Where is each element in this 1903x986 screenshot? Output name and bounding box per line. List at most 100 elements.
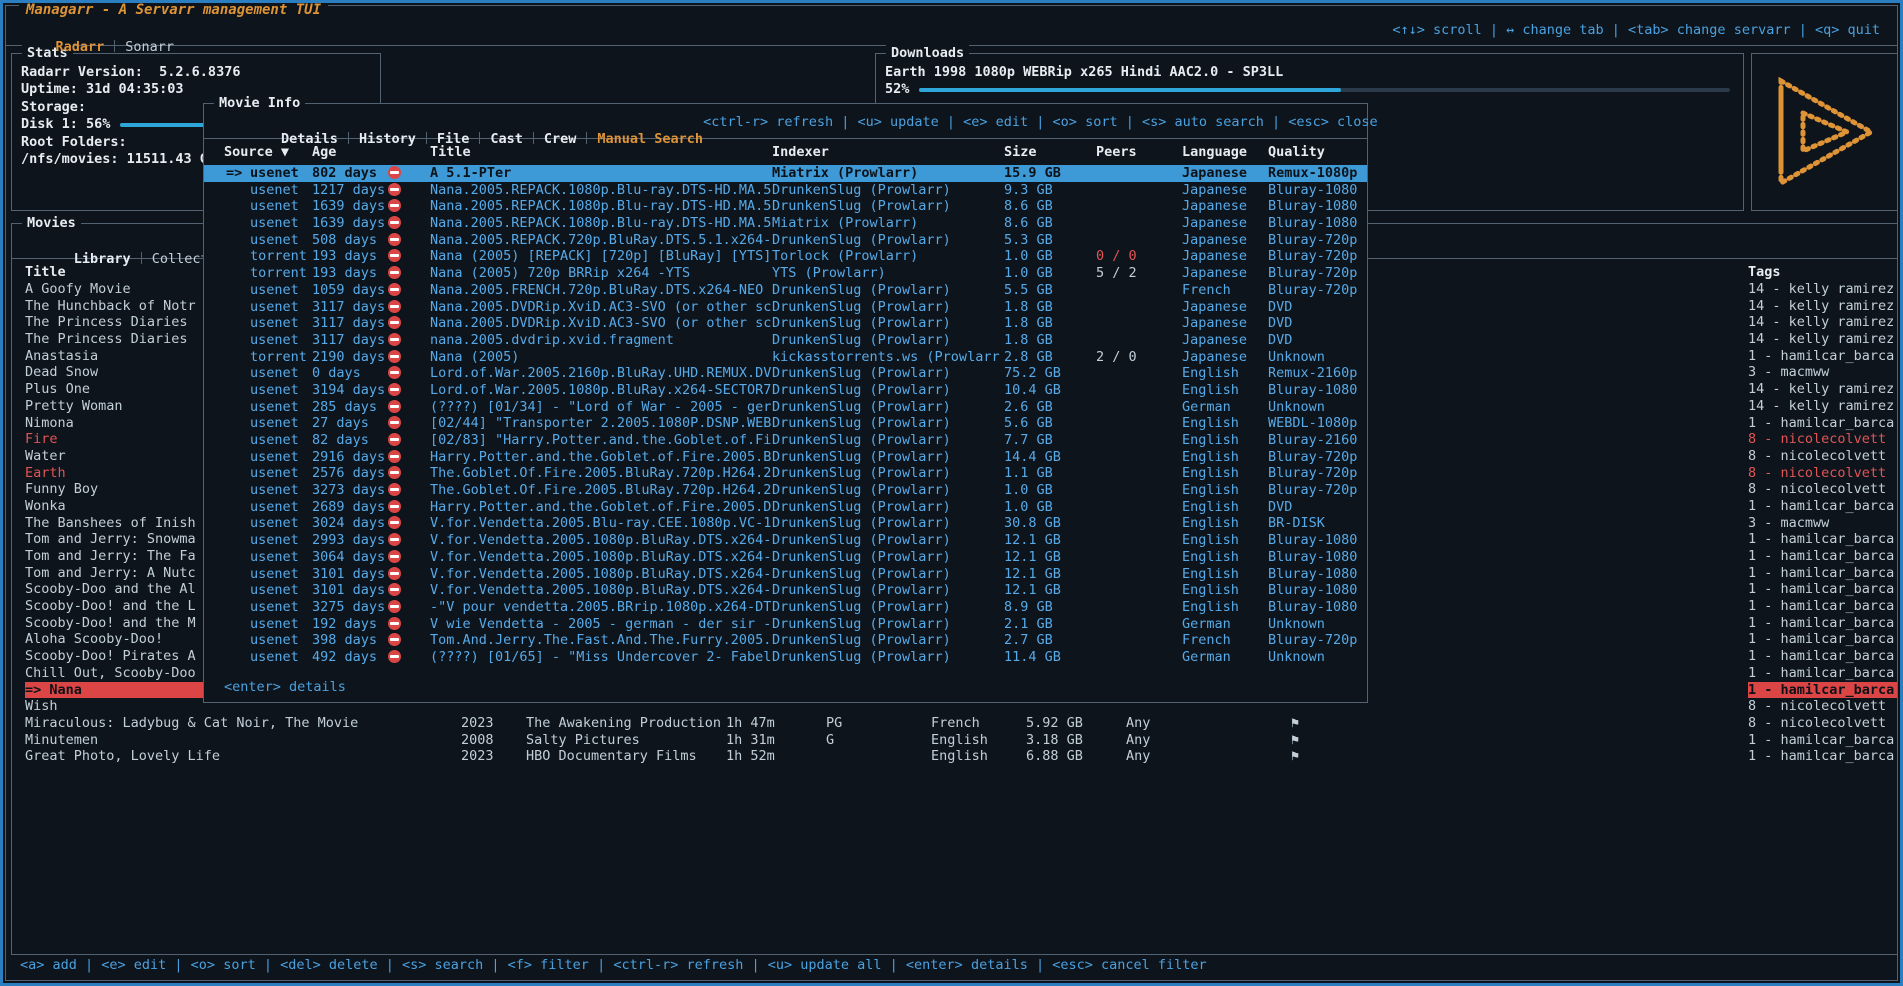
release-title-cell: Harry.Potter.and.the.Goblet.of.Fire.2005… — [430, 499, 772, 516]
release-title-cell: Nana (2005) — [430, 349, 772, 366]
release-table-row[interactable]: usenet 3064 days V.for.Vendetta.2005.108… — [204, 549, 1367, 566]
app-title: Managarr - A Servarr management TUI — [19, 3, 328, 18]
release-table-row[interactable]: usenet 2689 days Harry.Potter.and.the.Go… — [204, 499, 1367, 516]
release-table-row[interactable]: usenet 1639 days Nana.2005.REPACK.1080p.… — [204, 215, 1367, 232]
release-table-row[interactable]: usenet 27 days [02/44] "Transporter 2.20… — [204, 415, 1367, 432]
column-header-quality[interactable]: Quality — [1268, 144, 1357, 161]
release-table-row[interactable]: usenet 2576 days The.Goblet.Of.Fire.2005… — [204, 465, 1367, 482]
movie-runtime-cell: 1h 31m — [726, 732, 826, 749]
column-header-peers[interactable]: Peers — [1096, 144, 1182, 161]
release-table-row[interactable]: usenet 1639 days Nana.2005.REPACK.1080p.… — [204, 198, 1367, 215]
release-rejection-cell — [388, 282, 430, 299]
release-table-row[interactable]: torrent 2190 days Nana (2005) kickasstor… — [204, 349, 1367, 366]
release-language-cell: English — [1182, 482, 1268, 499]
movie-table-row[interactable]: Minutemen 2008 Salty Pictures 1h 31m G E… — [12, 732, 1897, 749]
release-source-text: usenet — [250, 499, 299, 515]
release-table-row[interactable]: usenet 3275 days -"V pour vendetta.2005.… — [204, 599, 1367, 616]
release-language-cell: Japanese — [1182, 232, 1268, 249]
release-title-cell: A 5.1-PTer — [430, 165, 772, 182]
movie-table-row[interactable]: Great Photo, Lovely Life 2023 HBO Docume… — [12, 748, 1897, 765]
release-table-row[interactable]: usenet 3117 days Nana.2005.DVDRip.XviD.A… — [204, 315, 1367, 332]
movie-table-row[interactable]: Miraculous: Ladybug & Cat Noir, The Movi… — [12, 715, 1897, 732]
release-rejection-cell — [388, 482, 430, 499]
release-size-cell: 5.6 GB — [1004, 415, 1096, 432]
column-header-language[interactable]: Language — [1182, 144, 1268, 161]
release-source-text: usenet — [250, 415, 299, 431]
release-table-row[interactable]: usenet 3117 days Nana.2005.DVDRip.XviD.A… — [204, 299, 1367, 316]
no-entry-icon — [388, 466, 401, 479]
release-table-row[interactable]: usenet 3101 days V.for.Vendetta.2005.108… — [204, 582, 1367, 599]
movie-tag-cell: 1 - hamilcar_barca — [1748, 565, 1897, 582]
movie-tag-cell: 1 - hamilcar_barca — [1748, 615, 1897, 632]
tab-sonarr[interactable]: Sonarr — [125, 39, 174, 55]
column-header-tags[interactable]: Tags — [1748, 264, 1897, 281]
release-table-row[interactable]: usenet 2916 days Harry.Potter.and.the.Go… — [204, 449, 1367, 466]
release-title-cell: -"V pour vendetta.2005.BRrip.1080p.x264-… — [430, 599, 772, 616]
release-size-cell: 8.9 GB — [1004, 599, 1096, 616]
movie-tag-cell: 14 - kelly ramirez — [1748, 298, 1897, 315]
column-header-source[interactable]: Source ▼ — [224, 144, 312, 161]
release-table-row[interactable]: torrent 193 days Nana (2005) [REPACK] [7… — [204, 248, 1367, 265]
no-entry-icon — [388, 650, 401, 663]
monitored-flag-icon: ⚑ — [1291, 732, 1748, 749]
uptime: Uptime: 31d 04:35:03 — [12, 81, 380, 98]
release-title-cell: (????) [01/34] - "Lord of War - 2005 - g… — [430, 399, 772, 416]
release-table-row[interactable]: usenet 3117 days nana.2005.dvdrip.xvid.f… — [204, 332, 1367, 349]
column-header-indexer[interactable]: Indexer — [772, 144, 1004, 161]
release-table-row[interactable]: usenet 1059 days Nana.2005.FRENCH.720p.B… — [204, 282, 1367, 299]
movie-size-cell: 6.88 GB — [1026, 748, 1126, 765]
release-table-row[interactable]: =>usenet 802 days A 5.1-PTer Miatrix (Pr… — [204, 165, 1367, 182]
movie-runtime-cell: 1h 52m — [726, 748, 826, 765]
release-table-row[interactable]: usenet 508 days Nana.2005.REPACK.720p.Bl… — [204, 232, 1367, 249]
release-rejection-cell — [388, 299, 430, 316]
movie-tag-cell: 14 - kelly ramirez — [1748, 281, 1897, 298]
movie-language-cell: English — [931, 748, 1026, 765]
release-quality-cell: Remux-1080p — [1268, 165, 1357, 182]
release-quality-cell: Unknown — [1268, 649, 1357, 666]
release-table-row[interactable]: usenet 1217 days Nana.2005.REPACK.1080p.… — [204, 182, 1367, 199]
release-table-row[interactable]: usenet 0 days Lord.of.War.2005.2160p.Blu… — [204, 365, 1367, 382]
movie-title-cell: Minutemen — [25, 732, 461, 749]
release-peers-cell — [1096, 465, 1182, 482]
release-source-text: torrent — [250, 349, 307, 365]
release-rejection-cell — [388, 182, 430, 199]
release-language-cell: English — [1182, 566, 1268, 583]
no-entry-icon — [388, 583, 401, 596]
release-table-row[interactable]: usenet 2993 days V.for.Vendetta.2005.108… — [204, 532, 1367, 549]
release-table-row[interactable]: usenet 3194 days Lord.of.War.2005.1080p.… — [204, 382, 1367, 399]
release-source-text: usenet — [250, 449, 299, 465]
release-quality-cell: WEBDL-1080p — [1268, 415, 1357, 432]
release-table-row[interactable]: usenet 285 days (????) [01/34] - "Lord o… — [204, 399, 1367, 416]
column-header-title[interactable]: Title — [430, 144, 772, 161]
release-age-cell: 3275 days — [312, 599, 388, 616]
release-quality-cell: Bluray-1080p — [1268, 198, 1357, 215]
release-size-cell: 5.5 GB — [1004, 282, 1096, 299]
release-table-row[interactable]: usenet 3024 days V.for.Vendetta.2005.Blu… — [204, 515, 1367, 532]
release-language-cell: English — [1182, 432, 1268, 449]
release-language-cell: English — [1182, 465, 1268, 482]
release-language-cell: Japanese — [1182, 265, 1268, 282]
release-quality-cell: Unknown — [1268, 399, 1357, 416]
column-header-age[interactable]: Age — [312, 144, 388, 161]
release-table-row[interactable]: usenet 492 days (????) [01/65] - "Miss U… — [204, 649, 1367, 666]
movie-quality-profile-cell: Any — [1126, 748, 1291, 765]
release-table-row[interactable]: usenet 82 days [02/83] "Harry.Potter.and… — [204, 432, 1367, 449]
release-quality-cell: Bluray-720p — [1268, 449, 1357, 466]
release-table-row[interactable]: usenet 3273 days The.Goblet.Of.Fire.2005… — [204, 482, 1367, 499]
release-indexer-cell: YTS (Prowlarr) — [772, 265, 1004, 282]
release-table-row[interactable]: usenet 398 days Tom.And.Jerry.The.Fast.A… — [204, 632, 1367, 649]
release-rejection-cell — [388, 432, 430, 449]
release-size-cell: 30.8 GB — [1004, 515, 1096, 532]
release-table-row[interactable]: usenet 192 days V wie Vendetta - 2005 - … — [204, 616, 1367, 633]
movie-studio-cell: Salty Pictures — [526, 732, 726, 749]
release-table-row[interactable]: torrent 193 days Nana (2005) 720p BRRip … — [204, 265, 1367, 282]
release-source-cell: usenet — [224, 198, 312, 215]
column-header-size[interactable]: Size — [1004, 144, 1096, 161]
tab-radarr[interactable]: Radarr — [56, 39, 105, 55]
release-table-row[interactable]: usenet 3101 days V.for.Vendetta.2005.108… — [204, 566, 1367, 583]
release-language-cell: English — [1182, 582, 1268, 599]
disk-usage-label: Disk 1: 56% — [21, 116, 110, 133]
release-source-cell: usenet — [224, 365, 312, 382]
release-peers-cell — [1096, 332, 1182, 349]
keybind-help-modal-footer: <enter> details — [224, 679, 346, 695]
